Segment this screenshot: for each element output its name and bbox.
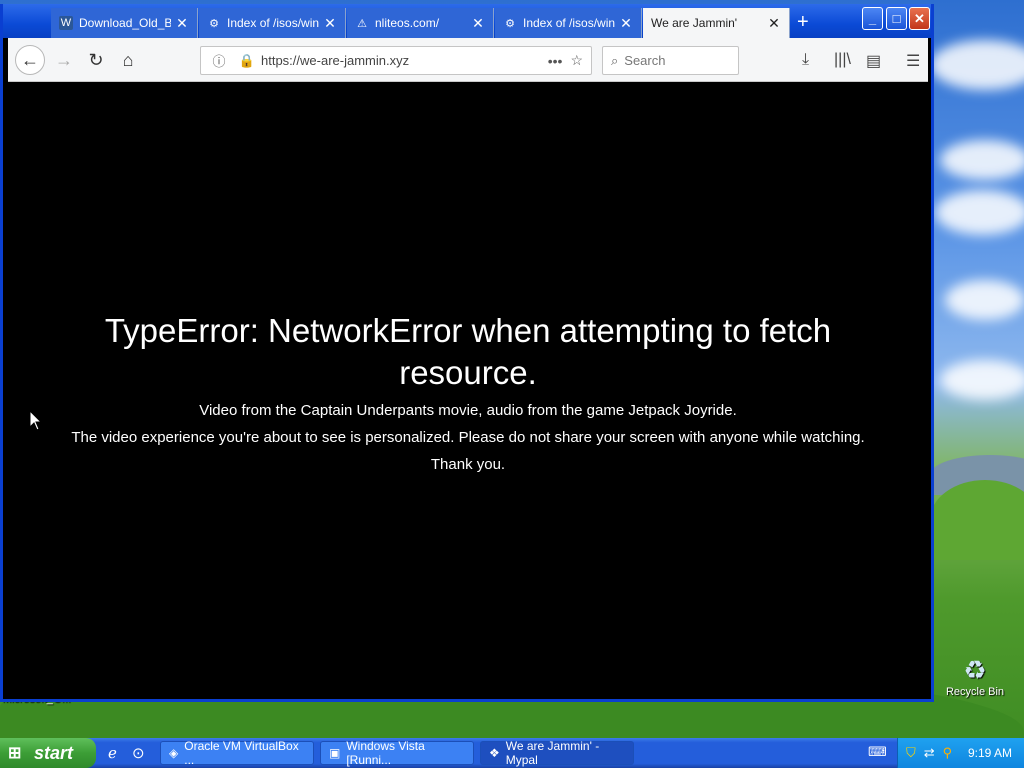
taskbar-mypal[interactable]: ❖ We are Jammin' - Mypal bbox=[480, 739, 634, 767]
message-line-1: Video from the Captain Underpants movie,… bbox=[199, 402, 737, 419]
cloud bbox=[940, 360, 1024, 400]
apache-icon: ⚙ bbox=[505, 17, 515, 30]
apache-icon: ⚙ bbox=[209, 17, 219, 30]
message-line-2: The video experience you're about to see… bbox=[71, 429, 865, 446]
tab-we-are-jammin[interactable]: We are Jammin' ✕ bbox=[643, 8, 790, 38]
close-icon[interactable]: ✕ bbox=[175, 15, 189, 32]
search-tray-icon[interactable]: ⚲ bbox=[943, 745, 953, 761]
tab-bar: W Download_Old_Bu ✕ ⚙ Index of /isos/win… bbox=[3, 4, 931, 38]
home-icon[interactable]: ⌂ bbox=[113, 45, 143, 75]
new-tab-icon[interactable]: + bbox=[797, 12, 809, 32]
network-icon[interactable]: ⇄ bbox=[924, 745, 935, 761]
security-shield-icon[interactable]: ⛉ bbox=[906, 745, 916, 761]
tab-index-isos-1[interactable]: ⚙ Index of /isos/win ✕ bbox=[199, 8, 346, 38]
start-button[interactable]: ⊞ start bbox=[0, 738, 96, 768]
keyboard-icon[interactable]: ⌨ bbox=[868, 744, 887, 760]
nav-toolbar: ← → ↻ ⌂ ⓘ 🔒 https://we-are-jammin.xyz ••… bbox=[8, 38, 928, 82]
vm-window-icon: ▣ bbox=[329, 746, 341, 760]
mouse-cursor-icon bbox=[29, 410, 43, 431]
back-icon[interactable]: ← bbox=[15, 45, 45, 75]
sidebar-icon[interactable]: ▤ bbox=[866, 51, 881, 71]
hill bbox=[930, 480, 1024, 560]
search-icon: ⌕ bbox=[611, 52, 619, 68]
close-icon[interactable]: ✕ bbox=[767, 15, 781, 32]
close-window-button[interactable]: ✕ bbox=[909, 7, 930, 30]
recycle-bin[interactable]: ♻ Recycle Bin bbox=[945, 655, 1005, 698]
lock-warning-icon[interactable]: 🔒 bbox=[237, 53, 257, 69]
page-content: TypeError: NetworkError when attempting … bbox=[8, 82, 928, 697]
cloud bbox=[935, 190, 1024, 235]
url-text[interactable]: https://we-are-jammin.xyz bbox=[261, 53, 548, 68]
virtualbox-icon: ◈ bbox=[169, 746, 179, 760]
mypal-icon: ❖ bbox=[489, 746, 500, 760]
minimize-button[interactable]: _ bbox=[862, 7, 883, 30]
error-title: TypeError: NetworkError when attempting … bbox=[104, 312, 832, 391]
library-icon[interactable]: |||\ bbox=[834, 51, 851, 69]
page-actions-icon[interactable]: ••• bbox=[548, 53, 563, 69]
taskbar-windows-vista[interactable]: ▣ Windows Vista [Runni... bbox=[320, 739, 474, 767]
clock[interactable]: 9:19 AM bbox=[968, 746, 1012, 760]
maximize-button[interactable]: □ bbox=[886, 7, 907, 30]
forward-icon[interactable]: → bbox=[49, 45, 79, 75]
reload-icon[interactable]: ↻ bbox=[81, 45, 111, 75]
info-icon[interactable]: ⓘ bbox=[209, 51, 229, 70]
search-input[interactable]: ⌕ Search bbox=[602, 46, 739, 75]
ie-icon[interactable]: ℯ bbox=[108, 744, 117, 762]
address-bar[interactable]: ⓘ 🔒 https://we-are-jammin.xyz ••• ☆ bbox=[200, 46, 592, 75]
system-tray: ⛉ ⇄ ⚲ 9:19 AM bbox=[897, 738, 1024, 768]
tab-download-old[interactable]: W Download_Old_Bu ✕ bbox=[51, 8, 198, 38]
cloud bbox=[945, 280, 1024, 320]
cloud bbox=[930, 40, 1024, 90]
quicklaunch-icon[interactable]: ⊙ bbox=[132, 744, 145, 762]
browser-window: W Download_Old_Bu ✕ ⚙ Index of /isos/win… bbox=[0, 4, 934, 702]
recycle-bin-label: Recycle Bin bbox=[945, 686, 1005, 698]
message-line-3: Thank you. bbox=[430, 456, 506, 473]
bookmark-star-icon[interactable]: ☆ bbox=[570, 52, 583, 69]
close-icon[interactable]: ✕ bbox=[323, 15, 337, 32]
tab-index-isos-2[interactable]: ⚙ Index of /isos/win ✕ bbox=[495, 8, 642, 38]
taskbar-virtualbox[interactable]: ◈ Oracle VM VirtualBox ... bbox=[160, 739, 314, 767]
word-doc-icon: W bbox=[59, 16, 73, 30]
windows-flag-icon: ⊞ bbox=[8, 745, 22, 762]
recycle-bin-icon: ♻ bbox=[963, 655, 987, 685]
close-icon[interactable]: ✕ bbox=[619, 15, 633, 32]
tab-nliteos[interactable]: ⚠ nliteos.com/ ✕ bbox=[347, 8, 494, 38]
download-icon[interactable]: ⤓ bbox=[802, 51, 809, 69]
menu-icon[interactable]: ☰ bbox=[906, 51, 920, 71]
cloud bbox=[940, 140, 1024, 180]
taskbar: ⊞ start ℯ ⊙ ◈ Oracle VM VirtualBox ... ▣… bbox=[0, 738, 1024, 768]
close-icon[interactable]: ✕ bbox=[471, 15, 485, 32]
warning-icon: ⚠ bbox=[357, 17, 367, 30]
